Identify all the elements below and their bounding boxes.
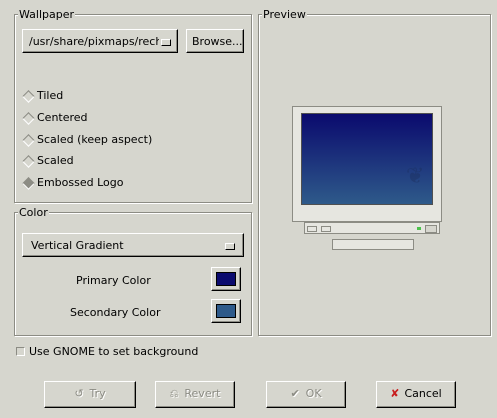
secondary-color-swatch: [216, 304, 236, 318]
radio-scaled-keep-aspect[interactable]: Scaled (keep aspect): [22, 132, 222, 148]
radio-scaled-keep-aspect-label: Scaled (keep aspect): [37, 133, 153, 146]
monitor-stand: [332, 239, 414, 250]
color-frame-title: Color: [18, 206, 49, 219]
wallpaper-file-path: /usr/share/pixmaps/recha: [29, 35, 159, 48]
wallpaper-frame-title: Wallpaper: [18, 8, 76, 21]
primary-color-swatch: [216, 272, 236, 286]
radio-indicator-icon: [22, 112, 35, 125]
secondary-color-button[interactable]: [211, 299, 241, 323]
revert-button[interactable]: ⎌ Revert: [155, 381, 235, 408]
preview-frame-title: Preview: [262, 8, 307, 21]
radio-embossed-logo-label: Embossed Logo: [37, 176, 124, 189]
gradient-type-value: Vertical Gradient: [31, 239, 124, 252]
try-button-label: Try: [89, 387, 106, 400]
radio-scaled-label: Scaled: [37, 154, 74, 167]
try-button[interactable]: ↺ Try: [44, 381, 136, 408]
use-gnome-checkbox[interactable]: Use GNOME to set background: [16, 345, 206, 359]
monitor-base: [304, 222, 440, 234]
preview-screen: ❦: [301, 113, 433, 205]
radio-indicator-icon: [22, 90, 35, 103]
ok-button-label: OK: [305, 387, 322, 400]
ok-icon: ✔: [290, 387, 300, 400]
primary-color-button[interactable]: [211, 267, 241, 291]
radio-indicator-icon: [22, 177, 35, 190]
revert-button-label: Revert: [184, 387, 221, 400]
browse-button[interactable]: Browse...: [186, 29, 244, 53]
primary-color-label: Primary Color: [76, 274, 151, 287]
radio-embossed-logo[interactable]: Embossed Logo: [22, 175, 202, 191]
radio-indicator-icon: [22, 155, 35, 168]
browse-button-label: Browse...: [192, 35, 243, 48]
revert-icon: ⎌: [169, 387, 179, 400]
monitor-led-icon: [321, 226, 331, 232]
radio-scaled[interactable]: Scaled: [22, 153, 202, 169]
ok-button[interactable]: ✔ OK: [266, 381, 346, 408]
monitor-illustration: ❦: [292, 106, 442, 252]
monitor-power-light-icon: [417, 227, 421, 230]
radio-centered[interactable]: Centered: [22, 110, 202, 126]
monitor-led-icon: [307, 226, 317, 232]
gradient-type-menu[interactable]: Vertical Gradient: [22, 233, 244, 257]
radio-tiled[interactable]: Tiled: [22, 88, 202, 104]
embossed-logo-icon: ❦: [406, 164, 425, 189]
checkbox-indicator-icon: [16, 347, 25, 356]
use-gnome-label: Use GNOME to set background: [29, 345, 199, 358]
secondary-color-label: Secondary Color: [70, 306, 161, 319]
cancel-button-label: Cancel: [404, 387, 442, 400]
monitor-button-icon: [425, 225, 437, 233]
option-menu-indicator-icon: [225, 243, 235, 250]
wallpaper-file-menu[interactable]: /usr/share/pixmaps/recha: [22, 29, 178, 53]
radio-centered-label: Centered: [37, 111, 88, 124]
try-icon: ↺: [74, 387, 84, 400]
radio-tiled-label: Tiled: [37, 89, 64, 102]
cancel-button[interactable]: ✘ Cancel: [376, 381, 456, 408]
radio-indicator-icon: [22, 134, 35, 147]
option-menu-indicator-icon: [161, 39, 171, 46]
cancel-icon: ✘: [390, 387, 400, 400]
